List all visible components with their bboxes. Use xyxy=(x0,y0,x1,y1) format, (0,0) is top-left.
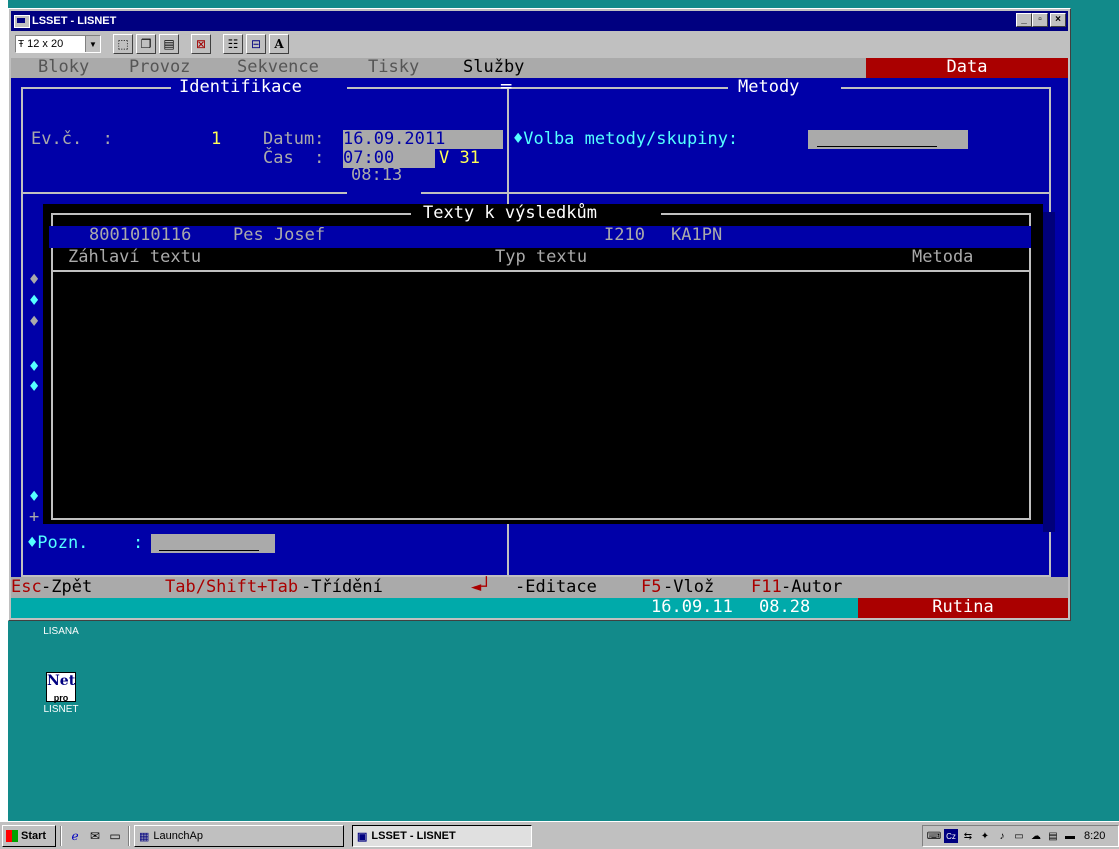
windows-logo-icon xyxy=(6,830,18,842)
desktop-icon-lisnet[interactable]: Net pro LISNET xyxy=(26,672,96,715)
window-titlebar[interactable]: LSSET - LISNET _ ▫ × xyxy=(11,11,1068,31)
record-code: I210 xyxy=(604,225,645,245)
side-marker: ♦ xyxy=(29,357,40,377)
console-screen: Bloky Provoz Sekvence Tisky Služby Data … xyxy=(11,58,1068,618)
chevron-down-icon[interactable]: ▼ xyxy=(85,36,100,52)
hint-tab-text: -Třídění xyxy=(301,577,383,597)
mark-icon[interactable]: ⬚ xyxy=(113,34,133,54)
launchap-icon: ▦ xyxy=(139,830,150,843)
screen-edge xyxy=(0,0,8,821)
status-mode: Rutina xyxy=(858,598,1068,618)
datum-label: Datum: xyxy=(263,129,325,149)
font-button[interactable]: A xyxy=(269,34,289,54)
evc-label: Ev.č. : xyxy=(31,129,113,149)
console-icon: ▣ xyxy=(357,830,368,843)
frame-divider-mark: ═ xyxy=(501,77,512,97)
column-header-metoda[interactable]: Metoda xyxy=(912,248,973,267)
popup-shadow xyxy=(1043,212,1055,532)
desktop-icon-label: LISANA xyxy=(43,626,79,637)
window-title: LSSET - LISNET xyxy=(32,15,117,27)
paste-icon[interactable]: ▤ xyxy=(159,34,179,54)
console-toolbar: Ŧ 12 x 20 ▼ ⬚ ❐ ▤ ⊠ ☷ ⊟ A xyxy=(11,32,1068,56)
pozn-input-underline xyxy=(159,550,259,551)
start-button[interactable]: Start xyxy=(2,825,56,847)
language-icon[interactable]: Cz xyxy=(944,829,958,843)
status-date: 16.09.11 xyxy=(651,597,733,617)
pozn-label: ♦Pozn. xyxy=(27,533,89,553)
task-launchap[interactable]: ▦ LaunchAp xyxy=(134,825,344,847)
v-value: V 31 xyxy=(439,148,480,168)
side-marker: ♦ xyxy=(29,487,40,507)
pozn-sep: : xyxy=(133,533,144,553)
hint-f5-key: F5 xyxy=(641,577,662,597)
lisnet-icon: Net pro xyxy=(46,672,76,703)
time-secondary: 08:13 xyxy=(351,165,403,185)
status-time: 08.28 xyxy=(759,597,811,617)
font-size-icon: Ŧ xyxy=(18,38,25,50)
column-header-typ[interactable]: Typ textu xyxy=(495,248,587,267)
font-size-select[interactable]: Ŧ 12 x 20 ▼ xyxy=(15,35,101,53)
system-tray: ⌨ Cz ⇆ ✦ ♪ ▭ ☁ ▤ ▬ 8:20 xyxy=(922,825,1119,847)
side-marker: ♦ xyxy=(29,312,40,332)
menu-sekvence[interactable]: Sekvence xyxy=(237,58,319,77)
taskbar: Start ℯ ✉ ▭ ▦ LaunchAp ▣ LSSET - LISNET … xyxy=(0,821,1119,849)
ie-icon[interactable]: ℯ xyxy=(66,827,84,845)
hint-f11-text: -Autor xyxy=(781,577,843,597)
cloud-icon[interactable]: ☁ xyxy=(1029,829,1043,843)
column-header-zahlavi[interactable]: Záhlaví textu xyxy=(68,248,201,267)
datum-field[interactable]: 16.09.2011 xyxy=(343,130,503,149)
outlook-icon[interactable]: ✉ xyxy=(86,827,104,845)
copy-icon[interactable]: ❐ xyxy=(136,34,156,54)
maximize-button[interactable]: ▫ xyxy=(1032,13,1048,27)
side-marker: ♦ xyxy=(29,270,40,290)
clock[interactable]: 8:20 xyxy=(1084,830,1105,842)
properties-icon[interactable]: ☷ xyxy=(223,34,243,54)
volume-icon[interactable]: ♪ xyxy=(995,829,1009,843)
record-id: 8001010116 xyxy=(89,225,192,245)
desktop-icon[interactable]: ▭ xyxy=(106,827,124,845)
screen-icon[interactable]: ▬ xyxy=(1063,829,1077,843)
evc-value: 1 xyxy=(211,129,222,149)
hint-f11-key: F11 xyxy=(751,577,782,597)
tray-app-icon[interactable]: ✦ xyxy=(978,829,992,843)
hint-tab-key: Tab/Shift+Tab xyxy=(165,577,299,597)
volba-input-underline xyxy=(817,146,937,147)
cas-label: Čas : xyxy=(263,148,325,168)
monitor-icon[interactable]: ▭ xyxy=(1012,829,1026,843)
background-icon[interactable]: ⊟ xyxy=(246,34,266,54)
side-marker: ♦ xyxy=(29,291,40,311)
hint-f5-text: -Vlož xyxy=(663,577,715,597)
network-icon[interactable]: ⇆ xyxy=(961,829,975,843)
popup-title: Texty k výsledkům xyxy=(423,203,597,223)
menu-sluzby[interactable]: Služby xyxy=(463,58,524,77)
identifikace-header: Identifikace xyxy=(179,77,302,97)
patient-row[interactable] xyxy=(49,226,1031,248)
fullscreen-icon[interactable]: ⊠ xyxy=(191,34,211,54)
desktop-icon-lisana[interactable]: LISANA xyxy=(26,616,96,637)
keyboard-icon[interactable]: ⌨ xyxy=(927,829,941,843)
menu-provoz[interactable]: Provoz xyxy=(129,58,190,77)
hint-enter-key: ◄┘ xyxy=(471,577,492,597)
minimize-button[interactable]: _ xyxy=(1016,13,1032,27)
close-button[interactable]: × xyxy=(1050,13,1066,27)
record-name: Pes Josef xyxy=(233,225,326,245)
side-marker: ♦ xyxy=(29,377,40,397)
menu-data[interactable]: Data xyxy=(866,58,1068,78)
font-size-value: 12 x 20 xyxy=(27,38,64,50)
volba-label: ♦Volba metody/skupiny: xyxy=(513,129,739,149)
hint-esc-text: -Zpět xyxy=(41,577,93,597)
console-window: LSSET - LISNET _ ▫ × Ŧ 12 x 20 ▼ ⬚ ❐ ▤ ⊠… xyxy=(8,8,1071,621)
menu-tisky[interactable]: Tisky xyxy=(368,58,419,77)
menu-bar: Bloky Provoz Sekvence Tisky Služby Data xyxy=(11,58,1068,78)
display-icon[interactable]: ▤ xyxy=(1046,829,1060,843)
hint-esc-key: Esc xyxy=(11,577,42,597)
hint-enter-text: -Editace xyxy=(515,577,597,597)
task-lsset-lisnet[interactable]: ▣ LSSET - LISNET xyxy=(352,825,532,847)
app-icon[interactable] xyxy=(14,14,30,28)
side-marker: + xyxy=(29,507,40,527)
record-method: KA1PN xyxy=(671,225,723,245)
menu-bloky[interactable]: Bloky xyxy=(38,58,89,77)
metody-header: Metody xyxy=(738,77,800,97)
